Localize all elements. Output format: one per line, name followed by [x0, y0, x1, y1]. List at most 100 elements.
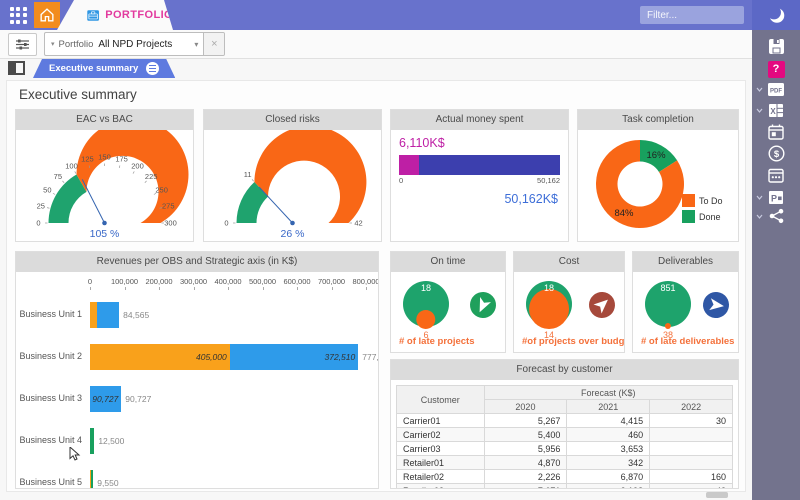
bar-category-label: Business Unit 4: [16, 435, 82, 445]
bar-segment-label: 372,510: [325, 352, 359, 362]
x-axis-tick: [90, 287, 91, 290]
total-value: 50,162K$: [401, 192, 558, 206]
gauge-tick-label: 25: [37, 201, 45, 210]
widget-title: On time: [391, 252, 505, 272]
filter-settings-button[interactable]: [8, 33, 37, 56]
customer-cell: Retailer01: [397, 456, 485, 470]
save-button[interactable]: [752, 37, 800, 55]
forecast-cell: 3,653: [567, 442, 650, 456]
donut-legend: To DoDone: [682, 194, 723, 226]
svg-text:PDF: PDF: [770, 88, 782, 94]
help-button[interactable]: ?: [752, 60, 800, 78]
cost-button[interactable]: $: [752, 144, 800, 162]
legend-swatch: [682, 210, 695, 223]
forecast-cell: 5,956: [484, 442, 567, 456]
schedule-button[interactable]: [752, 166, 800, 184]
clear-selection-button[interactable]: ×: [204, 33, 224, 55]
gauge-tick-label: 125: [81, 155, 94, 164]
bar-segment-label: 405,000: [196, 352, 230, 362]
scroll-nub[interactable]: [706, 492, 728, 498]
table-year-header: 2020: [484, 400, 567, 414]
app-launcher-grid-icon[interactable]: [5, 3, 31, 27]
powerpoint-export-icon: P: [768, 190, 784, 205]
table-group-header: Forecast (K$): [484, 386, 732, 400]
logo-button[interactable]: [752, 0, 800, 30]
filter-input[interactable]: [640, 6, 744, 24]
kpi-cost: 18 14: [514, 272, 624, 340]
svg-text:$: $: [773, 149, 779, 160]
gauge-tick-label: 300: [164, 219, 177, 228]
donut-slice-label: 16%: [647, 150, 667, 161]
widget-forecast-by-customer: Forecast by customer CustomerForecast (K…: [390, 359, 739, 489]
gauge-tick-label: 200: [131, 161, 144, 170]
dashboard-panel: Executive summary EAC vs BAC 02550751001…: [6, 80, 746, 492]
widget-title: Deliverables: [633, 252, 738, 272]
chevron-down-icon: ▾: [194, 40, 198, 49]
widget-title: Task completion: [578, 110, 738, 130]
customer-cell: Carrier03: [397, 442, 485, 456]
filter-toolbar: ▾ Portfolio All NPD Projects ▾ ×: [0, 30, 752, 59]
gauge-tick-label: 11: [244, 170, 252, 179]
widget-title: EAC vs BAC: [16, 110, 193, 130]
export-pdf-button[interactable]: PDF: [752, 80, 800, 98]
customer-cell: Carrier02: [397, 428, 485, 442]
over-budget-circle: [529, 289, 569, 329]
home-button[interactable]: [34, 2, 60, 28]
legend-label: Done: [699, 212, 721, 222]
gauge-tick-label: 42: [354, 219, 362, 228]
total-circle: 851: [645, 281, 691, 327]
widget-actual-money-spent: Actual money spent 6,110K$ 0 50,162 50,1…: [390, 109, 569, 242]
forecast-cell: [650, 456, 733, 470]
export-excel-button[interactable]: X: [752, 101, 800, 119]
gauge-tick-label: 150: [98, 153, 111, 162]
table-row: Carrier015,2674,41530: [397, 414, 733, 428]
x-axis-tick: [263, 287, 264, 290]
forecast-cell: 30: [650, 414, 733, 428]
bar-segment-label: 90,727: [92, 394, 121, 404]
total-count: 851: [645, 283, 691, 293]
kpi-caption: # of late projects: [399, 336, 475, 347]
export-powerpoint-button[interactable]: P: [752, 188, 800, 206]
share-button[interactable]: [752, 207, 800, 225]
x-axis-tick: [228, 287, 229, 290]
forecast-cell: 5,400: [484, 428, 567, 442]
portfolio-selector[interactable]: ▾ Portfolio All NPD Projects ▾ ×: [44, 32, 225, 56]
x-axis-tick-label: 500,000: [249, 277, 276, 286]
spent-bar-segment: [399, 155, 419, 175]
money-axis: 0 50,162: [399, 176, 560, 185]
kpi-caption: #of projects over budget: [522, 336, 625, 347]
kpi-on-time: 18 6: [391, 272, 505, 340]
x-axis-tick: [159, 287, 160, 290]
money-bullet-chart: [399, 155, 560, 175]
gauge-tick-label: 275: [162, 201, 175, 210]
trend-arrow-icon: [700, 289, 732, 321]
bar-row: [90, 428, 94, 454]
tab-portfolio[interactable]: PORTFOLIO: [57, 0, 173, 30]
total-circle: 18: [526, 281, 572, 327]
tab-menu-icon[interactable]: [146, 62, 159, 75]
tab-executive-summary[interactable]: Executive summary: [33, 59, 175, 78]
bar-segment: 372,510: [230, 344, 359, 370]
widget-title: Cost: [514, 252, 624, 272]
bar-total-label: 777,51: [362, 352, 379, 362]
svg-text:X: X: [770, 107, 776, 116]
widget-revenues: Revenues per OBS and Strategic axis (in …: [15, 251, 379, 489]
widget-title: Forecast by customer: [391, 360, 738, 380]
bar-category-label: Business Unit 2: [16, 351, 82, 361]
forecast-cell: 2,226: [484, 470, 567, 484]
x-axis-tick: [125, 287, 126, 290]
donut-slice-label: 84%: [614, 208, 634, 219]
chevron-down-icon: [756, 214, 763, 219]
sidebar-toggle-icon[interactable]: [8, 61, 25, 75]
calendar-button[interactable]: [752, 123, 800, 141]
forecast-table: CustomerForecast (K$)202020212022Carrier…: [396, 385, 733, 489]
excel-export-icon: X: [768, 103, 784, 118]
forecast-cell: 6,870: [567, 470, 650, 484]
x-axis-tick-label: 300,000: [180, 277, 207, 286]
total-count: 18: [526, 283, 572, 293]
forecast-cell: 43: [650, 484, 733, 490]
pdf-export-icon: PDF: [767, 82, 785, 97]
sliders-icon: [15, 38, 30, 51]
x-axis-tick-label: 800,000: [352, 277, 379, 286]
kpi-circles: 18 14: [526, 281, 572, 340]
